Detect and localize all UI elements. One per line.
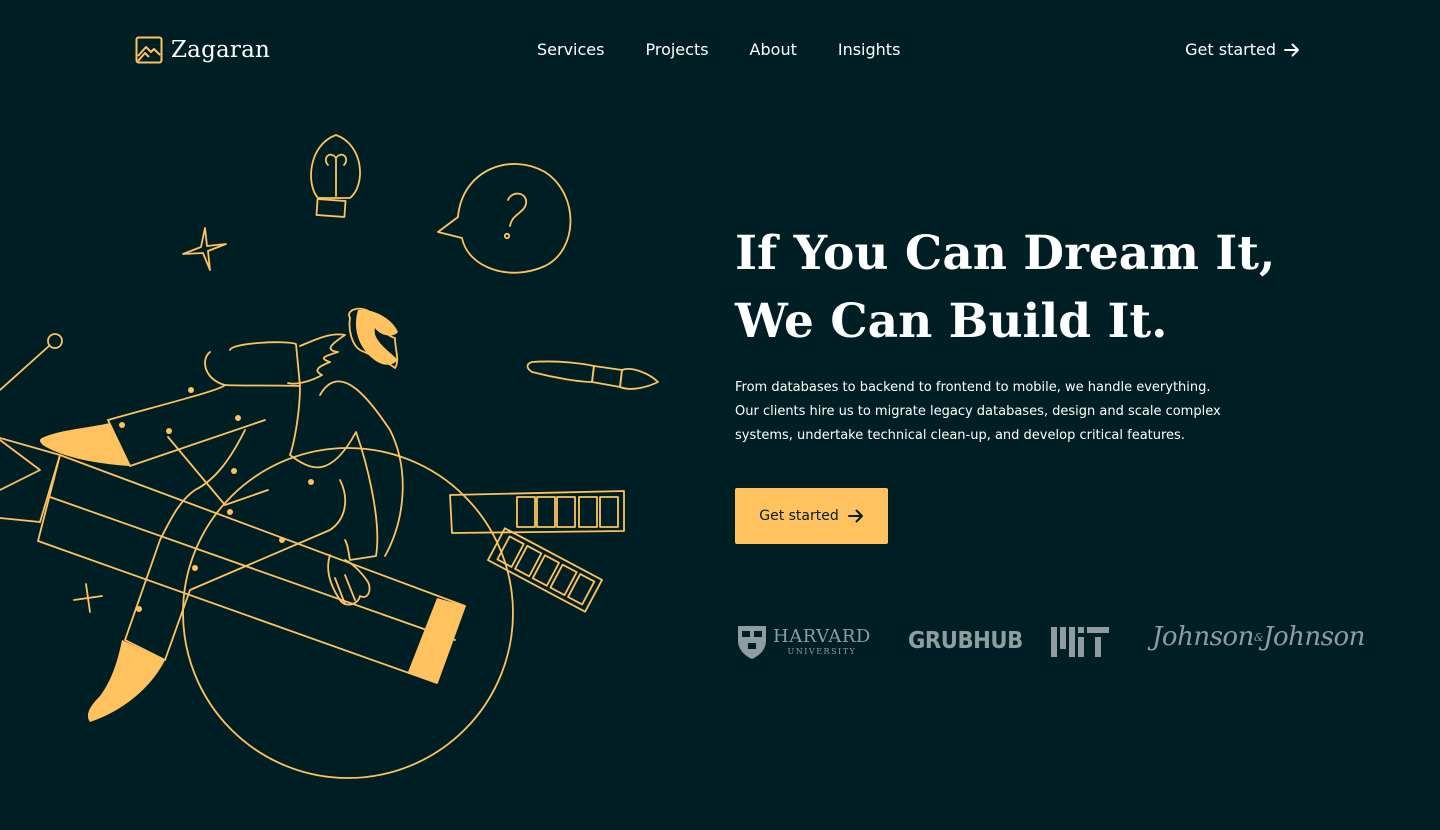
brand-logo[interactable]: Zagaran — [135, 36, 270, 64]
brand-name: Zagaran — [171, 37, 271, 63]
hero-illustration — [0, 134, 659, 779]
harvard-shield-icon — [738, 626, 766, 659]
arrow-right-icon — [1284, 43, 1299, 57]
jnj-second: Johnson — [1263, 622, 1365, 652]
harvard-sub: UNIVERSITY — [787, 647, 857, 656]
hero-get-started-label: Get started — [759, 508, 839, 524]
hero-get-started-button[interactable]: Get started — [735, 488, 888, 544]
large-circle-shape — [182, 447, 514, 779]
person-figure — [107, 307, 404, 661]
nav-projects[interactable]: Projects — [645, 40, 708, 60]
shoe-left — [40, 423, 130, 466]
mountain-frame-icon — [135, 36, 163, 64]
arrow-right-icon — [847, 509, 863, 523]
client-logos: HARVARD UNIVERSITY GRUBHUB Johnson & Johns… — [737, 618, 1365, 666]
harvard-logo: HARVARD UNIVERSITY — [737, 624, 871, 660]
header-get-started-label: Get started — [1185, 40, 1276, 59]
main-nav: Services Projects About Insights — [537, 40, 900, 60]
shoe-bottom — [87, 640, 165, 722]
lightbulb-icon — [310, 134, 361, 218]
wand-tip-icon — [47, 333, 63, 349]
hero-description: From databases to backend to frontend to… — [735, 376, 1295, 448]
grubhub-logo: GRUBHUB — [908, 628, 1023, 654]
hero-title-line-1: If You Can Dream It, — [735, 226, 1276, 281]
sparkle-icon — [182, 227, 227, 271]
jnj-first: Johnson — [1152, 622, 1254, 652]
mit-logo-mark — [1051, 627, 1109, 657]
nav-services[interactable]: Services — [537, 40, 604, 60]
nav-about[interactable]: About — [750, 40, 797, 60]
hero-title-line-2: We Can Build It. — [735, 294, 1168, 349]
question-bubble-icon — [437, 163, 572, 274]
hero-title: If You Can Dream It, We Can Build It. — [735, 220, 1335, 356]
hero-description-line-2: Our clients hire us to migrate legacy da… — [735, 404, 1221, 419]
pencil-cap — [408, 598, 465, 683]
ruler-shape — [449, 490, 625, 534]
johnson-and-johnson-logo: Johnson & Johnson — [1152, 622, 1365, 652]
mit-logo — [1051, 627, 1111, 657]
pencil-shape — [0, 437, 61, 523]
harvard-name: HARVARD — [773, 626, 871, 647]
header-get-started-link[interactable]: Get started — [1185, 40, 1300, 60]
jnj-amp: & — [1253, 630, 1264, 644]
plus-icon — [73, 583, 103, 613]
hero-description-line-3: systems, undertake technical clean-up, a… — [735, 428, 1185, 443]
film-strip-shape — [487, 527, 603, 613]
harvard-wordmark: HARVARD UNIVERSITY — [773, 627, 871, 657]
nav-insights[interactable]: Insights — [838, 40, 901, 60]
hero-description-line-1: From databases to backend to frontend to… — [735, 380, 1211, 395]
paintbrush-icon — [526, 360, 659, 390]
